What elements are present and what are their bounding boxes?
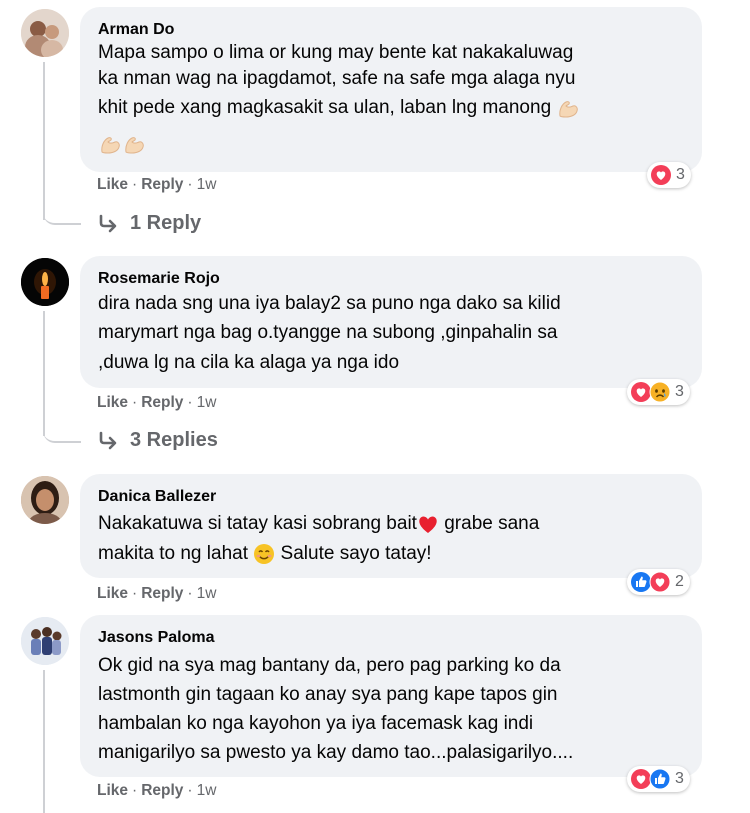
separator: · <box>187 782 193 799</box>
separator: · <box>187 176 193 193</box>
comment-author[interactable]: Danica Ballezer <box>98 488 216 506</box>
like-link[interactable]: Like <box>97 394 128 411</box>
separator: · <box>187 394 193 411</box>
thread-connector <box>43 205 81 225</box>
comment-text-line: manigarilyo sa pwesto ya kay damo tao...… <box>98 742 574 763</box>
comment-actions: Like · Reply · 1w <box>97 782 216 800</box>
like-link[interactable]: Like <box>97 585 128 602</box>
comment-actions: Like · Reply · 1w <box>97 585 216 603</box>
reaction-summary[interactable]: 3 <box>627 766 690 792</box>
comment-text-line: hambalan ko nga kayohon ya iya facemask … <box>98 713 534 734</box>
timestamp[interactable]: 1w <box>197 782 217 799</box>
replies-label: 1 Reply <box>130 212 202 234</box>
comment-author[interactable]: Arman Do <box>98 21 174 39</box>
comment-bubble: Rosemarie Rojo dira nada sng una iya bal… <box>80 256 702 388</box>
separator: · <box>132 394 138 411</box>
like-reaction-icon <box>649 768 671 790</box>
avatar[interactable] <box>21 476 69 524</box>
avatar-photo <box>21 258 69 306</box>
flexed-biceps-icon <box>125 137 144 154</box>
separator: · <box>132 782 138 799</box>
comment-text-line: ka nman wag na ipagdamot, safe na safe m… <box>98 68 576 89</box>
reply-link[interactable]: Reply <box>141 782 183 799</box>
comment-text-line: Nakakatuwa si tatay kasi sobrang bait gr… <box>98 509 539 539</box>
red-heart-icon <box>419 516 437 533</box>
comment-text: grabe sana <box>444 513 540 534</box>
comment-text-line: ,duwa lg na cila ka alaga ya nga ido <box>98 352 400 373</box>
thread-line <box>43 670 45 813</box>
comment-text-line: dira nada sng una iya balay2 sa puno nga… <box>98 293 561 314</box>
reaction-count: 3 <box>675 383 684 400</box>
like-link[interactable]: Like <box>97 782 128 799</box>
comment-text-line: khit pede xang magkasakit sa ulan, laban… <box>98 93 580 123</box>
reaction-count: 3 <box>676 166 685 183</box>
reply-link[interactable]: Reply <box>141 585 183 602</box>
reply-link[interactable]: Reply <box>141 176 183 193</box>
reaction-summary[interactable]: 3 <box>627 379 690 405</box>
love-reaction-icon <box>649 571 671 593</box>
comment-text-line: Ok gid na sya mag bantany da, pero pag p… <box>98 655 561 676</box>
separator: · <box>132 176 138 193</box>
smiling-face-icon <box>254 543 275 564</box>
avatar[interactable] <box>21 9 69 57</box>
reaction-summary[interactable]: 2 <box>627 569 690 595</box>
comment-actions: Like · Reply · 1w <box>97 394 216 412</box>
thread-connector <box>43 423 81 443</box>
timestamp[interactable]: 1w <box>197 394 217 411</box>
reply-arrow-icon <box>99 214 117 232</box>
avatar[interactable] <box>21 617 69 665</box>
comment-author[interactable]: Rosemarie Rojo <box>98 270 220 288</box>
like-link[interactable]: Like <box>97 176 128 193</box>
reaction-count: 2 <box>675 573 684 590</box>
comment-text-line <box>98 129 146 159</box>
avatar-photo <box>21 617 69 665</box>
flexed-biceps-icon <box>101 137 120 154</box>
flexed-biceps-icon <box>559 101 579 118</box>
replies-label: 3 Replies <box>130 429 218 451</box>
reaction-count: 3 <box>675 770 684 787</box>
timestamp[interactable]: 1w <box>197 176 217 193</box>
comment-text: Nakakatuwa si tatay kasi sobrang bait <box>98 513 417 534</box>
view-replies-button[interactable]: 1 Reply <box>98 212 201 235</box>
reaction-summary[interactable]: 3 <box>647 162 691 188</box>
avatar[interactable] <box>21 258 69 306</box>
view-replies-button[interactable]: 3 Replies <box>98 429 218 452</box>
comment-text: Salute sayo tatay! <box>280 543 432 564</box>
comment-bubble: Danica Ballezer Nakakatuwa si tatay kasi… <box>80 474 702 578</box>
comment-author[interactable]: Jasons Paloma <box>98 629 215 647</box>
love-reaction-icon <box>651 165 671 185</box>
comment-bubble: Jasons Paloma Ok gid na sya mag bantany … <box>80 615 702 777</box>
comment-bubble: Arman Do Mapa sampo o lima or kung may b… <box>80 7 702 172</box>
timestamp[interactable]: 1w <box>197 585 217 602</box>
reply-link[interactable]: Reply <box>141 394 183 411</box>
comment-text-line: makita to ng lahat Salute sayo tatay! <box>98 539 432 569</box>
avatar-photo <box>21 9 69 57</box>
separator: · <box>187 585 193 602</box>
avatar-photo <box>21 476 69 524</box>
comment-actions: Like · Reply · 1w <box>97 176 216 194</box>
thread-line <box>43 311 45 436</box>
thread-line <box>43 62 45 220</box>
comment-text: khit pede xang magkasakit sa ulan, laban… <box>98 97 552 118</box>
comment-text-line: lastmonth gin tagaan ko anay sya pang ka… <box>98 684 558 705</box>
separator: · <box>132 585 138 602</box>
comment-text: makita to ng lahat <box>98 543 248 564</box>
comment-text-line: marymart nga bag o.tyangge na subong ,gi… <box>98 322 558 343</box>
reply-arrow-icon <box>99 431 117 449</box>
sad-reaction-icon <box>649 381 671 403</box>
